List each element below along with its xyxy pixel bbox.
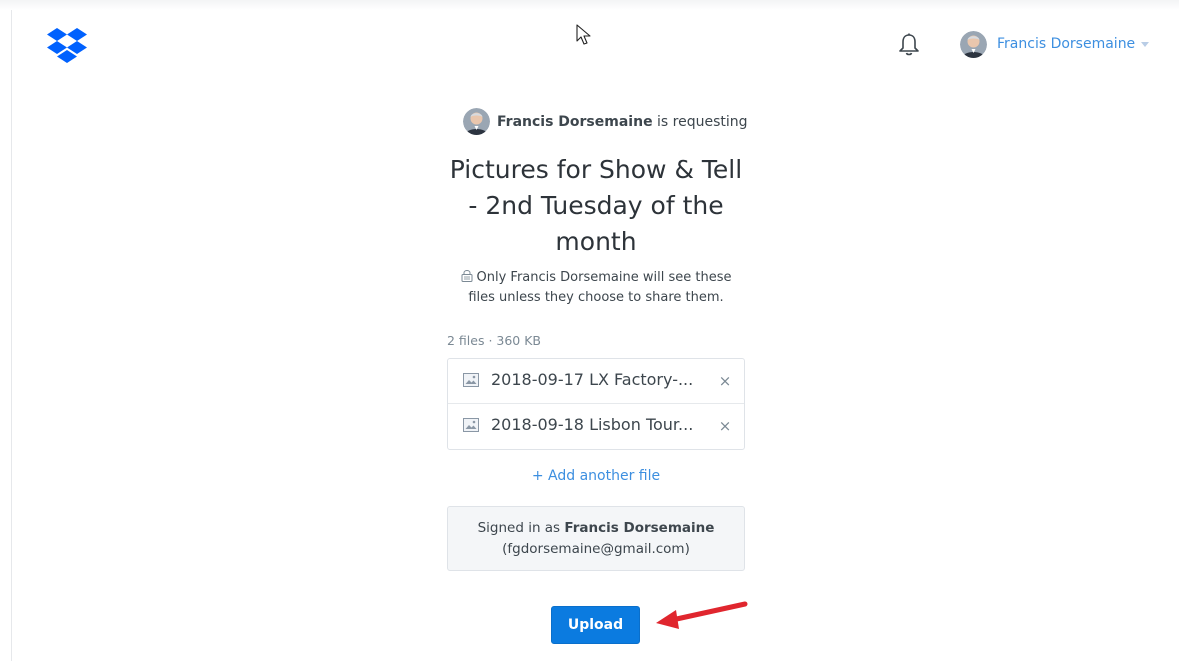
signed-in-email: (fgdorsemaine@gmail.com)	[502, 541, 690, 557]
requester-name: Francis Dorsemaine	[497, 113, 653, 130]
request-title: Pictures for Show & Tell - 2nd Tuesday o…	[447, 152, 745, 260]
file-count: 2 files · 360 KB	[447, 333, 542, 348]
file-name: 2018-09-17 LX Factory-...	[491, 370, 694, 389]
list-item: 2018-09-17 LX Factory-... ×	[448, 359, 744, 404]
privacy-notice: Only Francis Dorsemaine will see these f…	[447, 268, 745, 308]
privacy-line: files unless they choose to share them.	[468, 290, 724, 305]
upload-button[interactable]: Upload	[551, 606, 640, 644]
file-list: 2018-09-17 LX Factory-... × 2018-09-18 L…	[447, 358, 745, 450]
privacy-line: Only Francis Dorsemaine will see these	[476, 270, 732, 285]
file-name: 2018-09-18 Lisbon Tour...	[491, 415, 694, 434]
title-line: - 2nd Tuesday of the	[468, 191, 724, 220]
requesting-label: is requesting	[652, 113, 748, 130]
title-line: month	[555, 227, 637, 256]
close-icon[interactable]: ×	[716, 371, 734, 391]
user-name[interactable]: Francis Dorsemaine	[997, 36, 1135, 52]
signed-in-box: Signed in as Francis Dorsemaine (fgdorse…	[447, 506, 745, 571]
lock-icon	[461, 270, 473, 282]
dropbox-file-request-page: Francis Dorsemaine Francis Dorsemaine is…	[0, 0, 1179, 661]
dropbox-logo-icon[interactable]	[46, 27, 88, 63]
requester-text: Francis Dorsemaine is requesting	[497, 114, 748, 130]
requester-line: Francis Dorsemaine is requesting	[463, 108, 748, 135]
title-line: Pictures for Show & Tell	[449, 155, 743, 184]
chevron-down-icon[interactable]	[1141, 41, 1150, 47]
signed-in-prefix: Signed in as	[477, 520, 565, 536]
add-another-file-link[interactable]: + Add another file	[447, 468, 745, 484]
account-menu[interactable]: Francis Dorsemaine	[960, 30, 1150, 58]
left-divider	[11, 10, 12, 661]
list-item: 2018-09-18 Lisbon Tour... ×	[448, 404, 744, 449]
requester-avatar	[463, 108, 490, 135]
image-file-icon	[463, 373, 479, 387]
top-shadow	[0, 0, 1179, 10]
annotation-arrow-icon	[656, 601, 748, 629]
bell-icon[interactable]	[897, 32, 921, 58]
close-icon[interactable]: ×	[716, 416, 734, 436]
avatar	[960, 30, 987, 58]
image-file-icon	[463, 418, 479, 432]
signed-in-name: Francis Dorsemaine	[564, 520, 715, 536]
mouse-cursor-icon	[576, 24, 591, 45]
